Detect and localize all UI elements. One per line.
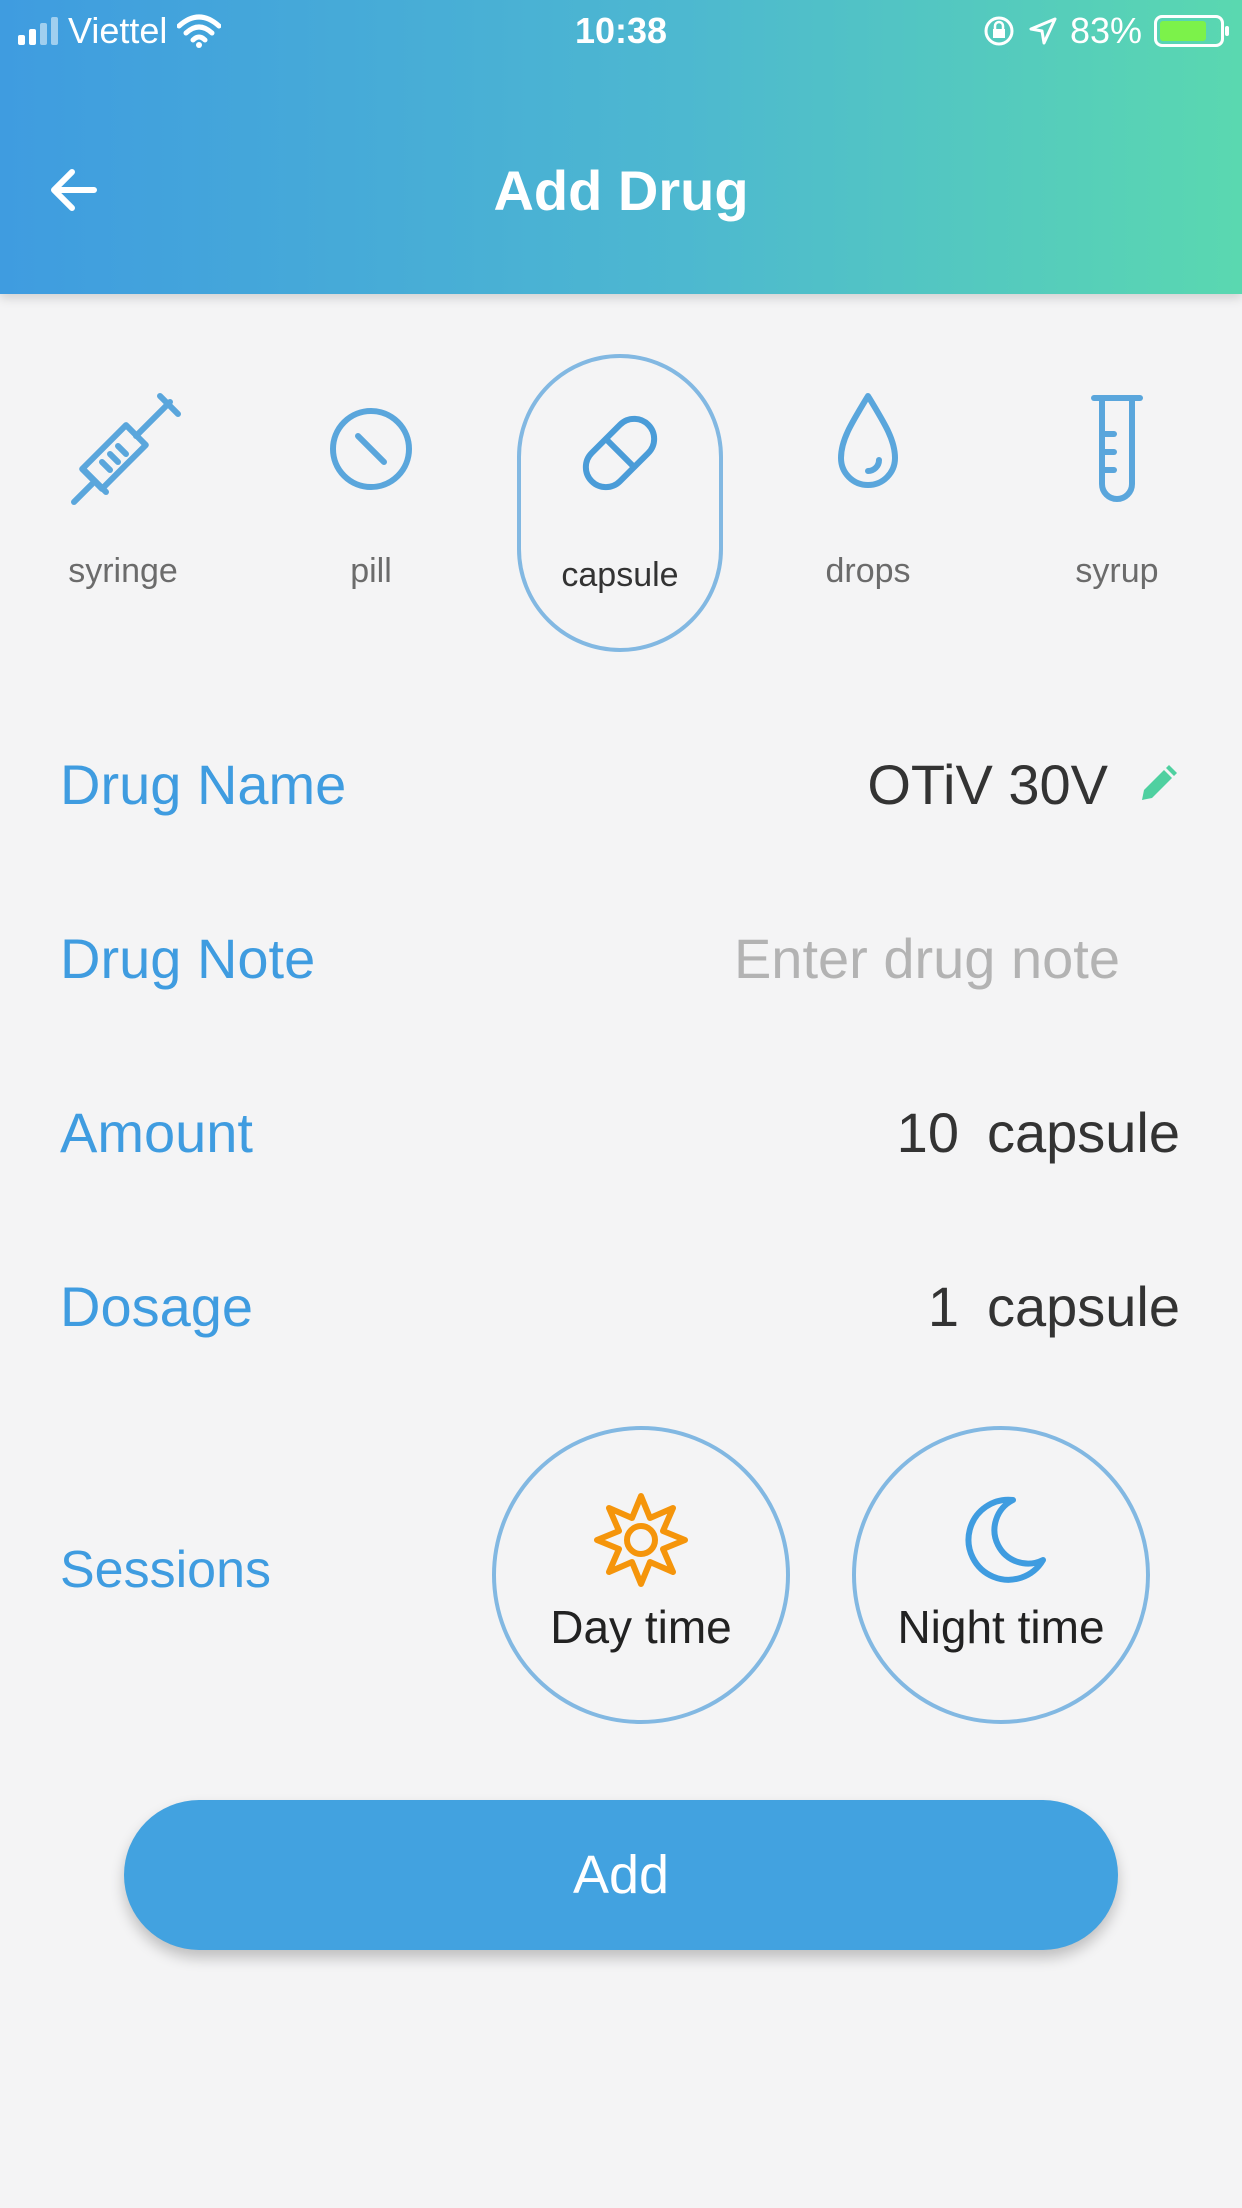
add-button[interactable]: Add — [124, 1800, 1118, 1950]
drug-type-label: drops — [825, 552, 911, 590]
drug-type-drops[interactable]: drops — [765, 354, 971, 652]
page-title: Add Drug — [493, 159, 749, 222]
location-icon — [1029, 17, 1057, 45]
battery-icon — [1154, 15, 1229, 47]
amount-value: 10 — [896, 1100, 959, 1164]
sessions-label: Sessions — [60, 1541, 271, 1599]
drug-note-input[interactable]: Enter drug note — [734, 926, 1120, 991]
amount-field[interactable]: 10 capsule — [897, 1100, 1180, 1165]
drug-type-selector: syringe pill capsule drops syrup — [0, 350, 1242, 660]
edit-pencil-icon[interactable] — [1136, 762, 1180, 806]
drug-type-syringe[interactable]: syringe — [20, 354, 226, 652]
drug-type-label: pill — [350, 552, 392, 590]
drops-icon — [838, 393, 898, 488]
dosage-value: 1 — [927, 1274, 959, 1338]
session-label: Day time — [550, 1601, 732, 1653]
drug-name-row: Drug Name OTiV 30V — [60, 734, 1180, 834]
amount-label: Amount — [60, 1100, 253, 1164]
session-night-time[interactable]: Night time — [852, 1426, 1150, 1724]
dosage-label: Dosage — [60, 1274, 254, 1338]
drug-type-pill[interactable]: pill — [268, 354, 474, 652]
drug-type-syrup[interactable]: syrup — [1014, 354, 1220, 652]
app-header: Viettel 10:38 83% Add Drug — [0, 0, 1242, 294]
status-bar: Viettel 10:38 83% — [0, 0, 1242, 62]
battery-percent: 83% — [1069, 10, 1142, 51]
drug-type-capsule[interactable]: capsule — [517, 354, 723, 652]
syrup-icon — [1091, 395, 1143, 502]
session-label: Night time — [897, 1601, 1105, 1653]
drug-type-label: syrup — [1075, 552, 1159, 590]
drug-name-label: Drug Name — [60, 752, 347, 816]
amount-unit: capsule — [986, 1100, 1180, 1164]
moon-icon — [965, 1496, 1046, 1583]
orientation-lock-icon — [984, 16, 1014, 46]
dosage-row: Dosage 1 capsule — [60, 1256, 1180, 1356]
sun-icon — [594, 1493, 688, 1587]
dosage-unit: capsule — [986, 1274, 1180, 1338]
amount-row: Amount 10 capsule — [60, 1082, 1180, 1182]
drug-note-label: Drug Note — [60, 926, 316, 990]
pill-icon — [330, 408, 412, 490]
drug-type-label: capsule — [561, 556, 679, 594]
syringe-icon — [71, 393, 181, 505]
drug-type-label: syringe — [68, 552, 178, 590]
session-day-time[interactable]: Day time — [492, 1426, 790, 1724]
drug-name-value[interactable]: OTiV 30V — [867, 752, 1108, 817]
capsule-icon — [582, 415, 658, 491]
dosage-field[interactable]: 1 capsule — [928, 1274, 1180, 1339]
drug-note-row: Drug Note Enter drug note — [60, 908, 1180, 1008]
